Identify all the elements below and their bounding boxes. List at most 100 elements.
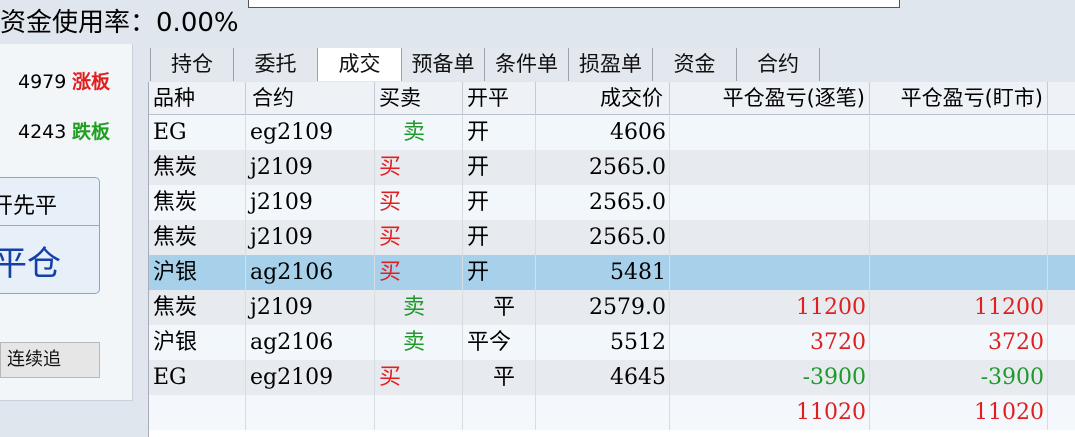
cell-trade-price: 2565.0: [536, 220, 670, 255]
continuous-chase-button[interactable]: 连续追: [0, 342, 100, 378]
col-product[interactable]: 品种: [149, 82, 246, 115]
cell-product: EG: [149, 360, 246, 395]
table-row[interactable]: 焦炭 j2109 买开 2565.0: [149, 150, 1075, 185]
cell-pnl-mark-to-market: -3900: [870, 360, 1048, 395]
fund-usage-label: 资金使用率：: [0, 8, 157, 38]
table-row[interactable]: 沪银 ag2106 卖平今 5512 3720 3720: [149, 325, 1075, 360]
tab-positions[interactable]: 持仓: [150, 48, 233, 81]
limit-up-label: 涨板: [72, 71, 111, 93]
table-row[interactable]: 焦炭 j2109 卖平 2579.0 11200 11200: [149, 290, 1075, 325]
cell-trade-price: 5481: [536, 255, 670, 290]
table-row[interactable]: 焦炭 j2109 买开 2565.0: [149, 185, 1075, 220]
total-pnl-by-trade: 11020: [670, 395, 870, 430]
cell-pnl-by-trade: [670, 185, 870, 220]
button-divider: [0, 225, 99, 226]
top-window-edge: [248, 0, 900, 8]
cell-pnl-mark-to-market: [870, 255, 1048, 290]
close-position-button[interactable]: 开先平 平仓: [0, 177, 100, 294]
fund-usage-value: 0.00%: [156, 8, 239, 38]
tab-orders[interactable]: 委托: [233, 48, 317, 81]
cell-side: 买: [375, 220, 463, 255]
cell-trade-price: 2565.0: [536, 185, 670, 220]
cell-pnl-by-trade: [670, 255, 870, 290]
cell-product: 沪银: [149, 255, 246, 290]
col-contract[interactable]: 合约: [246, 82, 375, 115]
limit-down-row[interactable]: 4243 跌板: [0, 118, 133, 146]
cell-contract: eg2109: [246, 360, 375, 395]
tab-prepared-orders[interactable]: 预备单: [401, 48, 484, 81]
cell-pnl-by-trade: 11200: [670, 290, 870, 325]
cell-trade-price: 2579.0: [536, 290, 670, 325]
cell-pnl-mark-to-market: [870, 150, 1048, 185]
cell-side: 卖: [375, 325, 463, 360]
cell-open-close: 开: [463, 185, 536, 220]
trades-table: 品种 合约 买卖 开平 成交价 平仓盈亏(逐笔) 平仓盈亏(盯市) EG eg21…: [148, 82, 1075, 437]
col-trade-price[interactable]: 成交价: [536, 82, 670, 115]
table-row[interactable]: 焦炭 j2109 买开 2565.0: [149, 220, 1075, 255]
cell-pnl-by-trade: [670, 150, 870, 185]
cell-product: 焦炭: [149, 185, 246, 220]
tab-funds[interactable]: 资金: [652, 48, 736, 81]
col-pnl-mark-to-market[interactable]: 平仓盈亏(盯市): [870, 82, 1048, 115]
cell-pnl-mark-to-market: [870, 220, 1048, 255]
cell-open-close: 开: [463, 220, 536, 255]
cell-contract: j2109: [246, 220, 375, 255]
cell-side: 买: [375, 185, 463, 220]
limit-down-price: 4243: [18, 121, 67, 143]
cell-trade-price: 5512: [536, 325, 670, 360]
cell-open-close: 平: [463, 290, 536, 325]
limit-up-row[interactable]: 4979 涨板: [0, 68, 133, 96]
left-order-panel: 4979 涨板 4243 跌板 开先平 平仓 连续追: [0, 44, 133, 401]
cell-contract: ag2106: [246, 255, 375, 290]
tab-conditional-orders[interactable]: 条件单: [484, 48, 568, 81]
cell-open-close: 平: [463, 360, 536, 395]
table-row[interactable]: EG eg2109 买平 4645 -3900 -3900: [149, 360, 1075, 395]
cell-trade-price: 4606: [536, 115, 670, 150]
empty-cell: [375, 395, 463, 430]
cell-side: 买: [375, 150, 463, 185]
cell-contract: j2109: [246, 290, 375, 325]
limit-down-label: 跌板: [72, 121, 111, 143]
cell-open-close: 开: [463, 150, 536, 185]
table-header: 品种 合约 买卖 开平 成交价 平仓盈亏(逐笔) 平仓盈亏(盯市): [149, 82, 1075, 115]
col-open-close[interactable]: 开平: [463, 82, 536, 115]
col-side[interactable]: 买卖: [375, 82, 463, 115]
cell-pnl-mark-to-market: [870, 115, 1048, 150]
cell-contract: j2109: [246, 150, 375, 185]
cell-contract: eg2109: [246, 115, 375, 150]
totals-row: 11020 11020: [149, 395, 1075, 430]
cell-pnl-mark-to-market: [870, 185, 1048, 220]
cell-product: 沪银: [149, 325, 246, 360]
cell-open-close: 开: [463, 115, 536, 150]
cell-pnl-mark-to-market: 11200: [870, 290, 1048, 325]
tab-stop-orders[interactable]: 损盈单: [568, 48, 652, 81]
cell-trade-price: 4645: [536, 360, 670, 395]
cell-product: 焦炭: [149, 150, 246, 185]
cell-open-close: 平今: [463, 325, 536, 360]
tab-contracts[interactable]: 合约: [736, 48, 820, 81]
table-row[interactable]: EG eg2109 卖开 4606: [149, 115, 1075, 150]
total-pnl-mark-to-market: 11020: [870, 395, 1048, 430]
cell-trade-price: 2565.0: [536, 150, 670, 185]
empty-cell: [246, 395, 375, 430]
cell-pnl-by-trade: -3900: [670, 360, 870, 395]
cell-side: 买: [375, 255, 463, 290]
close-first-label: 开先平: [0, 194, 58, 219]
tab-bar: 持仓 委托 成交 预备单 条件单 损盈单 资金 合约: [150, 48, 820, 81]
cell-side: 卖: [375, 115, 463, 150]
empty-cell: [536, 395, 670, 430]
col-pnl-by-trade[interactable]: 平仓盈亏(逐笔): [670, 82, 870, 115]
cell-pnl-by-trade: [670, 115, 870, 150]
cell-pnl-mark-to-market: 3720: [870, 325, 1048, 360]
tab-trades[interactable]: 成交: [317, 48, 401, 81]
cell-product: 焦炭: [149, 220, 246, 255]
cell-pnl-by-trade: [670, 220, 870, 255]
empty-cell: [149, 395, 246, 430]
empty-cell: [463, 395, 536, 430]
cell-pnl-by-trade: 3720: [670, 325, 870, 360]
table-row[interactable]: 沪银 ag2106 买开 5481: [149, 255, 1075, 290]
fund-usage: 资金使用率：0.00%: [0, 6, 239, 40]
close-position-label: 平仓: [0, 244, 61, 284]
cell-product: 焦炭: [149, 290, 246, 325]
cell-contract: j2109: [246, 185, 375, 220]
